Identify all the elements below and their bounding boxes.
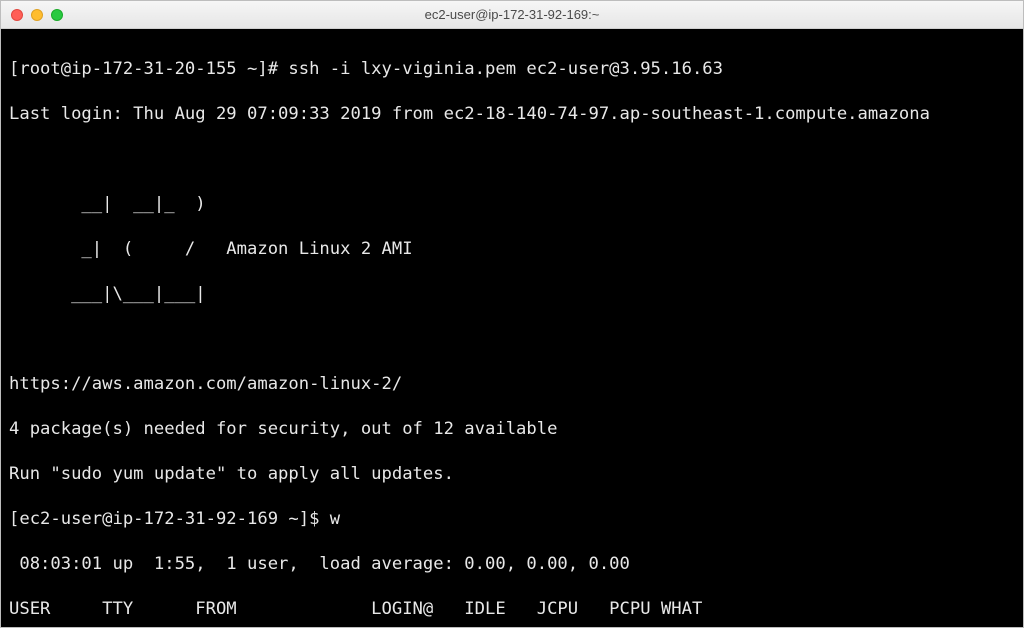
w-columns: USER TTY FROM LOGIN@ IDLE JCPU PCPU WHAT — [9, 598, 1015, 621]
ascii-art: ___|\___|___| — [9, 283, 1015, 306]
terminal-body[interactable]: [root@ip-172-31-20-155 ~]# ssh -i lxy-vi… — [1, 29, 1023, 627]
prompt: [root@ip-172-31-20-155 ~]# — [9, 59, 288, 79]
ascii-art: __| __|_ ) — [9, 193, 1015, 216]
zoom-icon[interactable] — [51, 9, 63, 21]
terminal-window: ec2-user@ip-172-31-92-169:~ [root@ip-172… — [0, 0, 1024, 628]
motd-packages: 4 package(s) needed for security, out of… — [9, 418, 1015, 441]
command-text: w — [330, 509, 340, 529]
line-cmd-w: [ec2-user@ip-172-31-92-169 ~]$ w — [9, 508, 1015, 531]
w-header: 08:03:01 up 1:55, 1 user, load average: … — [9, 553, 1015, 576]
line-ssh: [root@ip-172-31-20-155 ~]# ssh -i lxy-vi… — [9, 58, 1015, 81]
window-title: ec2-user@ip-172-31-92-169:~ — [1, 7, 1023, 22]
motd-update: Run "sudo yum update" to apply all updat… — [9, 463, 1015, 486]
titlebar: ec2-user@ip-172-31-92-169:~ — [1, 1, 1023, 29]
command-text: ssh -i lxy-viginia.pem ec2-user@3.95.16.… — [288, 59, 723, 79]
motd-url: https://aws.amazon.com/amazon-linux-2/ — [9, 373, 1015, 396]
minimize-icon[interactable] — [31, 9, 43, 21]
prompt: [ec2-user@ip-172-31-92-169 ~]$ — [9, 509, 330, 529]
window-controls — [11, 9, 63, 21]
close-icon[interactable] — [11, 9, 23, 21]
line-lastlogin: Last login: Thu Aug 29 07:09:33 2019 fro… — [9, 103, 1015, 126]
ascii-art: _| ( / Amazon Linux 2 AMI — [9, 238, 1015, 261]
